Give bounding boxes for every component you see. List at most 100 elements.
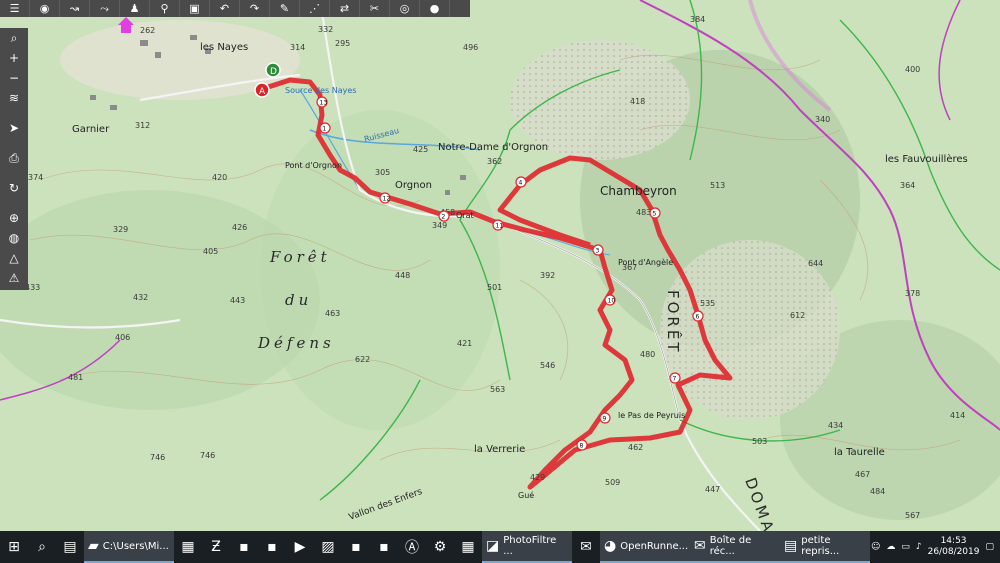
- target-icon[interactable]: ⊕: [0, 208, 28, 228]
- label-verrerie: la Verrerie: [474, 444, 525, 455]
- taskbar-item-19[interactable]: ▤ petite repris...: [780, 531, 870, 563]
- people-icon[interactable]: ☺: [871, 542, 880, 552]
- waypoint-number: 6: [696, 314, 700, 321]
- notification-icon[interactable]: ▢: [985, 542, 994, 552]
- globe-icon[interactable]: ◍: [0, 228, 28, 248]
- taskbar-item-10[interactable]: ▪: [342, 531, 370, 563]
- route-icon[interactable]: ↝: [60, 0, 90, 17]
- hiker-icon[interactable]: ♟: [120, 0, 150, 17]
- forest-word-1: Forêt: [269, 248, 331, 266]
- waypoint-number: 3: [596, 248, 600, 255]
- route-add-icon[interactable]: ⤳: [90, 0, 120, 17]
- map-toolbar-left: ⌕ + − ≋ ➤ ⎙ ↻ ⊕ ◍ △ ⚠: [0, 28, 28, 290]
- bike-icon[interactable]: ⚲: [150, 0, 180, 17]
- triangle-icon[interactable]: △: [0, 248, 28, 268]
- elevation-label: 481: [68, 373, 83, 382]
- taskbar-item-1[interactable]: ⌕: [28, 531, 56, 563]
- elevation-label: 434: [828, 421, 843, 430]
- elevation-label: 462: [628, 443, 643, 452]
- taskbar-item-9[interactable]: ▨: [314, 531, 342, 563]
- network-icon[interactable]: ▭: [901, 542, 910, 552]
- elevation-label: 467: [855, 470, 870, 479]
- elevation-label: 496: [463, 43, 478, 52]
- elevation-label: 332: [318, 25, 333, 34]
- elevation-label: 349: [432, 221, 447, 230]
- taskbar-item-3[interactable]: ▰ C:\Users\Mi...: [84, 531, 174, 563]
- refresh-icon[interactable]: ↻: [0, 178, 28, 198]
- elevation-label: 384: [690, 15, 705, 24]
- elevation-label: 513: [710, 181, 725, 190]
- elevation-label: 405: [203, 247, 218, 256]
- car-icon[interactable]: ▣: [180, 0, 210, 17]
- print-icon[interactable]: ⎙: [0, 148, 28, 168]
- end-marker-label: D: [270, 67, 277, 77]
- cut-icon[interactable]: ✂: [360, 0, 390, 17]
- taskbar-item-4[interactable]: ▦: [174, 531, 202, 563]
- photofiltre-icon: ◪: [486, 538, 500, 554]
- taskbar-item-label: OpenRunne...: [620, 540, 689, 552]
- elevation-label: 420: [212, 173, 227, 182]
- label-taurelle: la Taurelle: [834, 447, 885, 458]
- taskbar-item-13[interactable]: ⚙: [426, 531, 454, 563]
- folder-icon: ▰: [88, 538, 99, 554]
- elevation-label: 480: [640, 350, 655, 359]
- elevation-label: 364: [900, 181, 915, 190]
- taskbar-item-11[interactable]: ▪: [370, 531, 398, 563]
- label-orat: Orat: [456, 211, 474, 220]
- taskbar-item-12[interactable]: Ⓐ: [398, 531, 426, 563]
- volume-icon[interactable]: ♪: [916, 542, 922, 552]
- elevation-label: 447: [705, 485, 720, 494]
- taskbar-item-14[interactable]: ▦: [454, 531, 482, 563]
- calculator-icon: ▦: [461, 539, 475, 555]
- waypoint-icon[interactable]: ⋰: [300, 0, 330, 17]
- taskbar-item-15[interactable]: ◪ PhotoFiltre ...: [482, 531, 572, 563]
- warning-icon[interactable]: ⚠: [0, 268, 28, 288]
- elevation-label: 312: [135, 121, 150, 130]
- elevation-label: 448: [395, 271, 410, 280]
- clock[interactable]: 14:53 26/08/2019: [928, 536, 980, 558]
- zoom-in-icon[interactable]: +: [0, 48, 28, 68]
- taskbar-item-6[interactable]: ▪: [230, 531, 258, 563]
- search-icon[interactable]: ⌕: [0, 28, 28, 48]
- label-gue: Gué: [518, 490, 534, 500]
- acrobat-icon: Ⓐ: [405, 540, 419, 556]
- forest-word-3: Défens: [257, 334, 335, 352]
- forest-word-2: du: [285, 291, 312, 309]
- taskbar-item-7[interactable]: ▪: [258, 531, 286, 563]
- waypoint-number: 7: [673, 376, 677, 383]
- cloud-icon[interactable]: ☁: [886, 542, 895, 552]
- elevation-label: 484: [870, 487, 885, 496]
- elevation-label: 262: [140, 26, 155, 35]
- pencil-icon[interactable]: ✎: [270, 0, 300, 17]
- marker-icon[interactable]: ●: [420, 0, 450, 17]
- media-icon: ▶: [294, 539, 306, 555]
- locate-icon[interactable]: ➤: [0, 118, 28, 138]
- redo-icon[interactable]: ↷: [240, 0, 270, 17]
- undo-icon[interactable]: ↶: [210, 0, 240, 17]
- waypoint-number: 4: [519, 180, 523, 187]
- elevation-label: 483: [636, 208, 651, 217]
- topographic-map[interactable]: les Nayes Garnier Orgnon Notre-Dame d'Or…: [0, 0, 1000, 531]
- elevation-label: 546: [540, 361, 555, 370]
- taskbar-item-2[interactable]: ▤: [56, 531, 84, 563]
- zoom-out-icon[interactable]: −: [0, 68, 28, 88]
- elevation-label: 421: [457, 339, 472, 348]
- taskbar-item-0[interactable]: ⊞: [0, 531, 28, 563]
- photo-icon: ▨: [321, 539, 335, 555]
- app-icon: ▪: [379, 539, 389, 555]
- taskbar-item-label: C:\Users\Mi...: [102, 540, 169, 552]
- taskbar-item-17[interactable]: ◕ OpenRunne...: [600, 531, 690, 563]
- eye-icon[interactable]: ◎: [390, 0, 420, 17]
- taskbar-item-18[interactable]: ✉ Boîte de réc...: [690, 531, 780, 563]
- layers-icon[interactable]: ≋: [0, 88, 28, 108]
- reverse-icon[interactable]: ⇄: [330, 0, 360, 17]
- elevation-label: 432: [133, 293, 148, 302]
- camera-icon[interactable]: ◉: [30, 0, 60, 17]
- search-icon: ⌕: [38, 539, 46, 555]
- menu-icon[interactable]: ☰: [0, 0, 30, 17]
- taskbar-item-8[interactable]: ▶: [286, 531, 314, 563]
- label-pas-peyruis: le Pas de Peyruis: [618, 411, 685, 420]
- taskbar-item-5[interactable]: Ƶ: [202, 531, 230, 563]
- taskbar-item-16[interactable]: ✉: [572, 531, 600, 563]
- system-tray: ☺ ☁ ▭ ♪ 14:53 26/08/2019 ▢: [871, 531, 1000, 563]
